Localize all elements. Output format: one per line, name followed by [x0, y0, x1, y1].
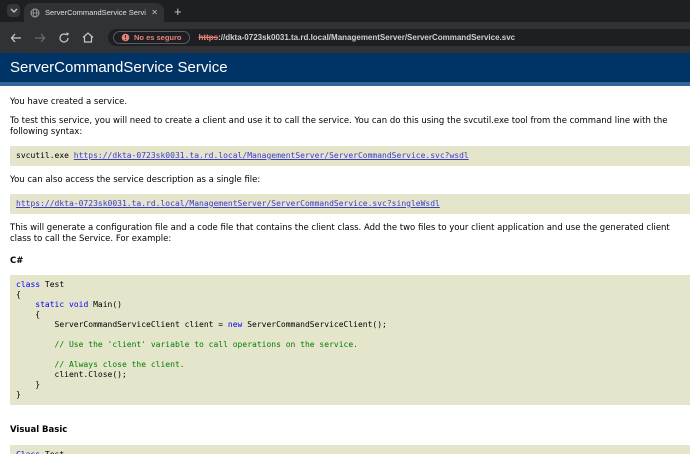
- single-file-text: You can also access the service descript…: [10, 175, 261, 185]
- url-rest: ://dkta-0723sk0031.ta.rd.local/Managemen…: [218, 33, 516, 42]
- csharp-code-block: class Test { static void Main() { Server…: [10, 275, 690, 405]
- svcutil-prefix: svcutil.exe: [16, 151, 74, 160]
- home-button[interactable]: [81, 31, 94, 44]
- url-text: https://dkta-0723sk0031.ta.rd.local/Mana…: [199, 33, 516, 42]
- browser-tab-active[interactable]: ServerCommandService Service ✕: [24, 3, 164, 22]
- browser-window: ServerCommandService Service ✕ + No es s…: [0, 0, 690, 454]
- back-button[interactable]: [9, 31, 22, 44]
- test-instructions-text: To test this service, you will need to c…: [10, 116, 668, 137]
- security-badge[interactable]: No es seguro: [113, 31, 190, 44]
- address-bar[interactable]: No es seguro https://dkta-0723sk0031.ta.…: [108, 29, 690, 46]
- forward-button[interactable]: [33, 31, 46, 44]
- single-wsdl-link[interactable]: https://dkta-0723sk0031.ta.rd.local/Mana…: [16, 199, 440, 208]
- vb-label: Visual Basic: [10, 425, 68, 435]
- tab-strip: ServerCommandService Service ✕ +: [0, 0, 690, 22]
- reload-button[interactable]: [57, 31, 70, 44]
- globe-icon: [30, 8, 40, 18]
- page-content: You have created a service. To test this…: [0, 86, 690, 454]
- svcutil-command-box: svcutil.exe https://dkta-0723sk0031.ta.r…: [10, 146, 690, 166]
- info-circle-icon: [121, 33, 130, 42]
- new-tab-button[interactable]: +: [174, 5, 182, 18]
- csharp-label: C#: [10, 256, 24, 266]
- single-wsdl-box: https://dkta-0723sk0031.ta.rd.local/Mana…: [10, 194, 690, 214]
- vb-code-block: Class Test Shared Sub Main() Dim client …: [10, 445, 690, 454]
- tab-title: ServerCommandService Service: [45, 8, 147, 17]
- chevron-down-icon: [10, 8, 18, 13]
- tab-search-button[interactable]: [7, 4, 20, 17]
- page-header: ServerCommandService Service: [0, 53, 690, 86]
- browser-toolbar: No es seguro https://dkta-0723sk0031.ta.…: [0, 22, 690, 53]
- wsdl-link[interactable]: https://dkta-0723sk0031.ta.rd.local/Mana…: [74, 151, 469, 160]
- generate-text: This will generate a configuration file …: [10, 223, 670, 244]
- page-viewport: ServerCommandService Service You have cr…: [0, 53, 690, 454]
- security-badge-label: No es seguro: [134, 33, 182, 42]
- url-scheme: https: [198, 33, 219, 42]
- intro-text: You have created a service.: [10, 97, 128, 107]
- close-tab-icon[interactable]: ✕: [151, 8, 158, 17]
- page-title: ServerCommandService Service: [10, 59, 228, 76]
